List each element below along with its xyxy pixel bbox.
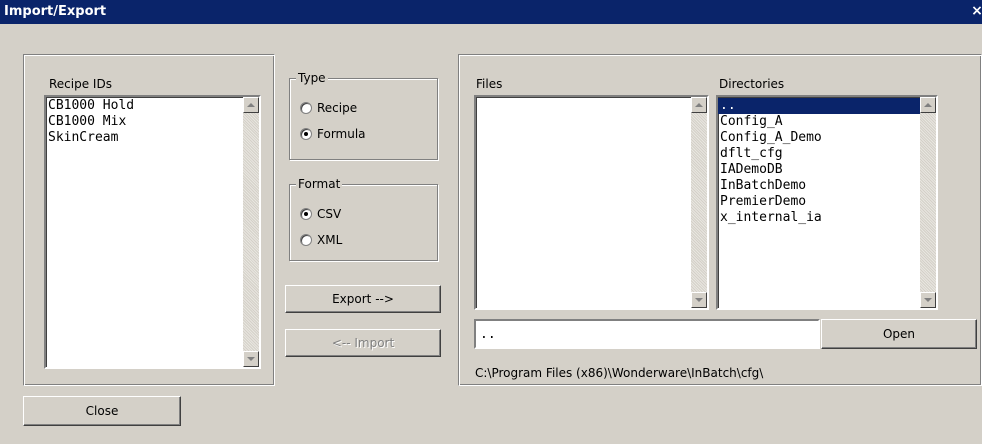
path-input[interactable] xyxy=(474,319,820,349)
recipe-id-item[interactable]: CB1000 Hold xyxy=(46,98,243,114)
recipe-panel: Recipe IDs CB1000 Hold CB1000 Mix SkinCrea… xyxy=(23,54,275,386)
export-button[interactable]: Export --> xyxy=(285,285,441,313)
directory-item[interactable]: x_internal_ia xyxy=(718,210,920,226)
type-recipe-radio[interactable]: Recipe xyxy=(300,101,357,115)
files-panel: Files Directories .. Config_A Config_A_Dem… xyxy=(458,54,982,386)
directory-item[interactable]: Config_A_Demo xyxy=(718,130,920,146)
type-formula-label: Formula xyxy=(317,127,366,141)
title-bar: Import/Export × xyxy=(0,0,982,24)
close-icon[interactable]: × xyxy=(970,3,982,19)
window-title: Import/Export xyxy=(4,4,107,19)
recipe-id-item[interactable]: SkinCream xyxy=(46,130,243,146)
directories-list[interactable]: .. Config_A Config_A_Demo dflt_cfg IADemoDB I… xyxy=(716,95,938,310)
format-xml-label: XML xyxy=(317,233,343,247)
directory-item[interactable]: IADemoDB xyxy=(718,162,920,178)
format-group: Format CSV XML xyxy=(289,177,438,261)
format-csv-radio[interactable]: CSV xyxy=(300,207,341,221)
recipe-ids-scrollbar[interactable] xyxy=(243,97,259,367)
radio-circle-icon xyxy=(300,102,312,114)
dialog-body: Recipe IDs CB1000 Hold CB1000 Mix SkinCrea… xyxy=(0,24,982,444)
scroll-up-arrow-icon[interactable] xyxy=(920,97,936,113)
directory-item[interactable]: dflt_cfg xyxy=(718,146,920,162)
type-legend: Type xyxy=(296,71,328,85)
directories-scrollbar[interactable] xyxy=(920,97,936,308)
close-button[interactable]: Close xyxy=(23,396,181,426)
type-formula-radio[interactable]: Formula xyxy=(300,127,366,141)
radio-circle-icon xyxy=(300,208,312,220)
format-csv-label: CSV xyxy=(317,207,342,221)
directory-item[interactable]: PremierDemo xyxy=(718,194,920,210)
scroll-down-arrow-icon[interactable] xyxy=(920,292,936,308)
scroll-up-arrow-icon[interactable] xyxy=(691,97,707,113)
scroll-down-arrow-icon[interactable] xyxy=(691,292,707,308)
type-recipe-label: Recipe xyxy=(317,101,358,115)
radio-circle-icon xyxy=(300,128,312,140)
radio-circle-icon xyxy=(300,234,312,246)
directories-label: Directories xyxy=(719,77,785,91)
directory-item[interactable]: InBatchDemo xyxy=(718,178,920,194)
import-button[interactable]: <-- Import xyxy=(285,329,441,357)
recipe-id-item[interactable]: CB1000 Mix xyxy=(46,114,243,130)
format-legend: Format xyxy=(296,177,343,191)
open-button[interactable]: Open xyxy=(821,319,977,349)
files-label: Files xyxy=(476,77,503,91)
directory-item[interactable]: Config_A xyxy=(718,114,920,130)
format-xml-radio[interactable]: XML xyxy=(300,233,342,247)
type-group: Type Recipe Formula xyxy=(289,71,438,160)
files-list[interactable] xyxy=(474,95,709,310)
current-path-label: C:\Program Files (x86)\Wonderware\InBatc… xyxy=(475,366,764,380)
scroll-up-arrow-icon[interactable] xyxy=(243,97,259,113)
recipe-ids-label: Recipe IDs xyxy=(49,77,112,91)
scroll-down-arrow-icon[interactable] xyxy=(243,351,259,367)
directory-item[interactable]: .. xyxy=(718,98,920,114)
recipe-ids-list[interactable]: CB1000 Hold CB1000 Mix SkinCream xyxy=(44,95,261,369)
files-scrollbar[interactable] xyxy=(691,97,707,308)
